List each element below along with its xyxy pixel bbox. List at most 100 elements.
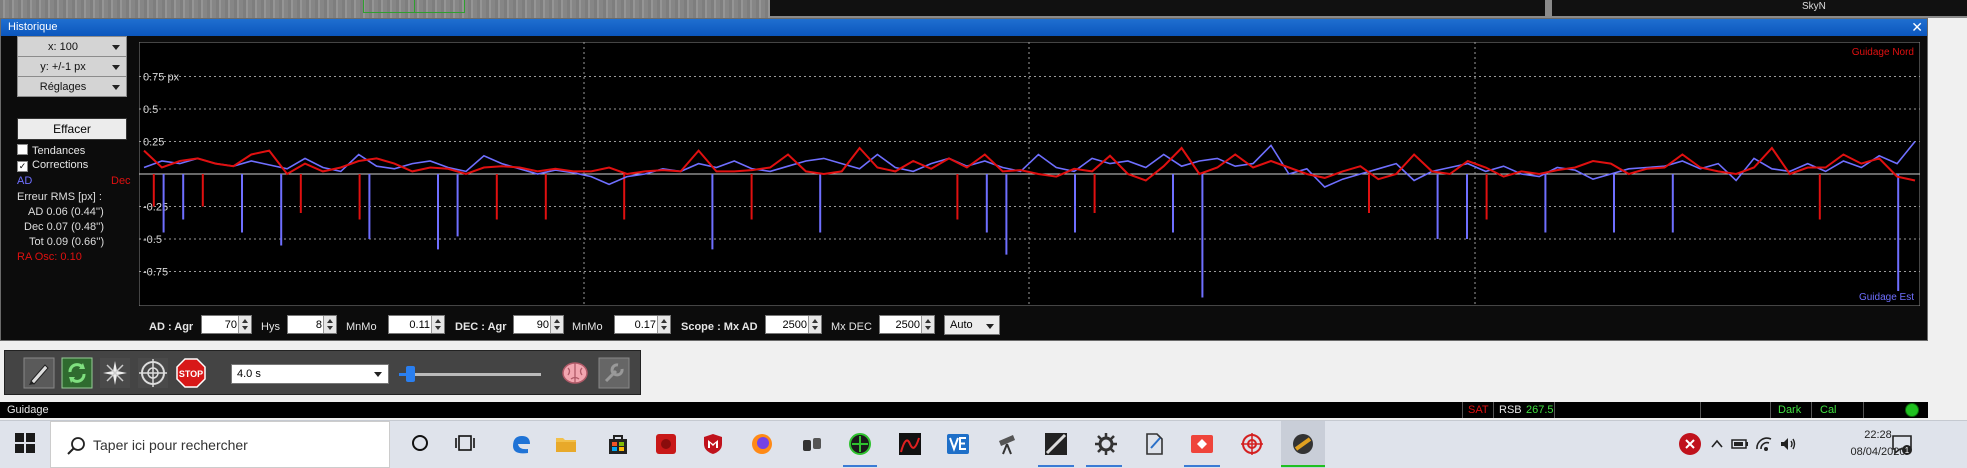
loop-button[interactable] [61, 357, 93, 389]
anydesk-app[interactable] [1180, 421, 1224, 468]
spin-arrows-icon[interactable] [921, 316, 934, 333]
x-scale-label: x: 100 [48, 41, 78, 53]
north-label: Guidage Nord [1852, 47, 1914, 58]
dec-mnmo-spinner[interactable]: 0.17 [614, 315, 671, 334]
status-field-empty [1554, 402, 1650, 418]
battery-icon [1731, 439, 1748, 449]
speaker-icon [1781, 438, 1796, 450]
guide-target-button[interactable] [137, 357, 169, 389]
volume-button[interactable] [1776, 421, 1800, 468]
wrench-icon [598, 357, 630, 389]
history-window: Historique ✕ x: 100 y: +/-1 px Réglages … [0, 18, 1928, 341]
ra-agr-spinner[interactable]: 70 [201, 315, 252, 334]
chevron-down-icon [986, 324, 994, 329]
dome-icon [1293, 434, 1313, 454]
y-scale-dropdown[interactable]: y: +/-1 px [17, 56, 127, 77]
tray-expand-button[interactable] [1705, 421, 1729, 468]
stop-button[interactable]: STOP [175, 357, 207, 389]
green-status-dot-icon [1905, 403, 1919, 417]
gain-slider[interactable] [395, 364, 545, 384]
guide-button[interactable] [23, 357, 55, 389]
hys-spinner[interactable]: 8 [287, 315, 337, 334]
checkbox-box-checked[interactable]: ✓ [17, 161, 28, 172]
spin-arrows-icon[interactable] [550, 316, 563, 333]
red-app[interactable] [644, 421, 688, 468]
spin-arrows-icon[interactable] [431, 316, 444, 333]
start-button[interactable] [4, 421, 48, 468]
status-bar: Guidage SAT RSB 267.5 Dark Cal [0, 402, 1928, 418]
notification-button[interactable]: 1 [1880, 421, 1924, 468]
crosshair-icon [138, 358, 168, 388]
guide-toolbar: STOP 4.0 s [4, 350, 641, 395]
ra-mnmo-spinner[interactable]: 0.11 [388, 315, 445, 334]
clear-button[interactable]: Effacer [17, 118, 127, 140]
search-box[interactable]: Taper ici pour rechercher [50, 421, 390, 468]
notification-icon: 1 [1892, 435, 1912, 455]
close-button[interactable]: ✕ [1911, 19, 1923, 36]
task-view-button[interactable] [444, 421, 488, 468]
curve-icon [899, 433, 921, 455]
mx-ad-spinner[interactable]: 2500 [765, 315, 822, 334]
mode-value: Auto [950, 319, 973, 331]
star-icon [100, 358, 130, 388]
spin-arrows-icon[interactable] [323, 316, 336, 333]
ve-app[interactable] [936, 421, 980, 468]
dec-agr-label: DEC : Agr [455, 321, 507, 333]
spin-arrows-icon[interactable] [808, 316, 821, 333]
rms-ra: AD 0.06 (0.44'') [28, 206, 104, 218]
corrections-label: Corrections [32, 159, 89, 171]
anydesk-icon [1191, 435, 1213, 453]
mcafee-app[interactable] [691, 421, 735, 468]
firefox-app[interactable] [740, 421, 784, 468]
dec-agr-spinner[interactable]: 90 [513, 315, 564, 334]
red-square-icon [656, 434, 676, 454]
active-app[interactable] [1281, 421, 1325, 468]
corrections-checkbox[interactable]: ✓ Corrections [17, 159, 88, 172]
chevron-down-icon [112, 45, 120, 50]
y-scale-label: y: +/-1 px [40, 61, 86, 73]
cortana-button[interactable] [399, 421, 443, 468]
edge-app[interactable] [499, 421, 543, 468]
crosshair-app[interactable] [1230, 421, 1274, 468]
graph-app[interactable] [888, 421, 932, 468]
folder-icon [556, 438, 576, 452]
telescope-app[interactable] [790, 421, 834, 468]
hys-value: 8 [315, 319, 322, 331]
trends-checkbox[interactable]: Tendances [17, 144, 85, 157]
mx-dec-spinner[interactable]: 2500 [879, 315, 935, 334]
spin-arrows-icon[interactable] [657, 316, 670, 333]
diagonal-image-icon [1045, 433, 1067, 455]
snr-indicator: RSB 267.5 [1493, 402, 1554, 418]
checkbox-box[interactable] [17, 144, 28, 155]
brain-button[interactable] [559, 357, 591, 389]
exposure-select[interactable]: 4.0 s [231, 364, 389, 384]
window-title: Historique [8, 21, 58, 33]
slider-thumb[interactable] [406, 366, 416, 382]
tools-button[interactable] [598, 357, 630, 389]
windows-logo-icon [15, 433, 35, 453]
stop-icon: STOP [176, 358, 206, 388]
firefox-icon [752, 434, 772, 454]
wifi-button[interactable] [1752, 421, 1776, 468]
file-explorer-app[interactable] [544, 421, 588, 468]
notes-app[interactable] [1132, 421, 1176, 468]
settings-dropdown[interactable]: Réglages [17, 76, 127, 97]
cortana-icon [412, 435, 428, 451]
auto-select-star-button[interactable] [99, 357, 131, 389]
telescope-control-app[interactable] [986, 421, 1030, 468]
title-bar: Historique ✕ [1, 19, 1927, 36]
phd2-app[interactable] [838, 421, 882, 468]
battery-button[interactable] [1728, 421, 1752, 468]
y-tick-label: 0.5 [143, 104, 158, 116]
x-scale-dropdown[interactable]: x: 100 [17, 36, 127, 57]
store-app[interactable] [596, 421, 640, 468]
search-placeholder: Taper ici pour rechercher [93, 437, 248, 453]
y-tick-label: 0.75 px [143, 72, 180, 84]
spin-arrows-icon[interactable] [238, 316, 251, 333]
scope-mx-ad-label: Scope : Mx AD [681, 321, 758, 333]
east-label: Guidage Est [1859, 292, 1914, 303]
mode-select[interactable]: Auto [944, 315, 1000, 335]
chevron-up-icon [1711, 439, 1723, 448]
imaging-app[interactable] [1034, 421, 1078, 468]
settings-app[interactable] [1084, 421, 1128, 468]
